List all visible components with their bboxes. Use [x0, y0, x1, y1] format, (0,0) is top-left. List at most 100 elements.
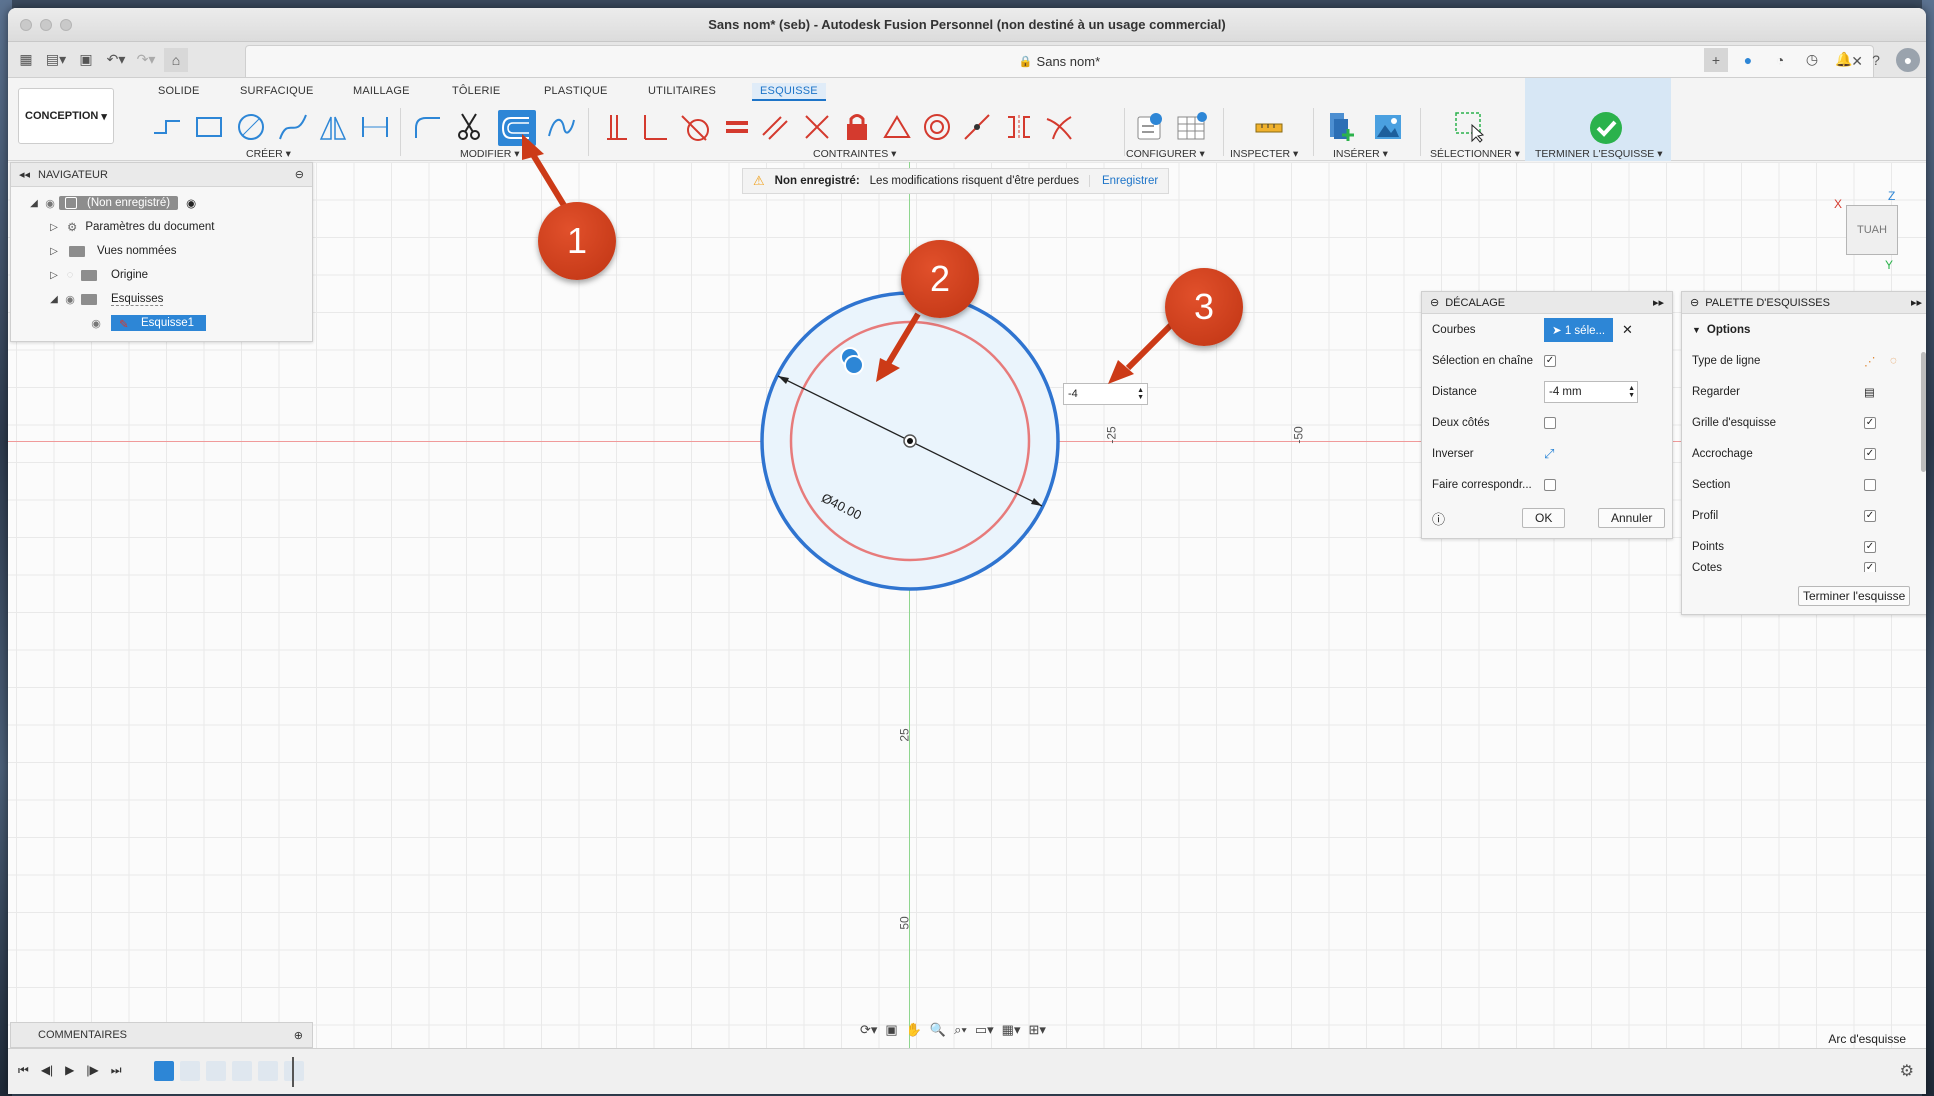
create-menu[interactable]: CRÉER ▾ — [246, 148, 291, 160]
visibility-icon[interactable]: ◉ — [87, 317, 105, 330]
go-to-start-icon[interactable]: ⏮ — [18, 1063, 29, 1078]
viewports-icon[interactable]: ⊞▾ — [1028, 1022, 1045, 1038]
visibility-icon[interactable]: ◉ — [61, 293, 79, 306]
root-component[interactable]: (Non enregistré) — [59, 196, 179, 210]
tab-maillage[interactable]: MAILLAGE — [353, 85, 410, 97]
extensions-icon[interactable]: ● — [1736, 48, 1760, 72]
inspect-menu[interactable]: INSPECTER ▾ — [1230, 148, 1298, 160]
workspace-switcher[interactable]: CONCEPTION ▾ — [18, 88, 114, 144]
snap-checkbox[interactable]: ✓ — [1864, 447, 1876, 460]
trim-tool-icon[interactable] — [452, 110, 486, 144]
finish-sketch-menu[interactable]: TERMINER L'ESQUISSE ▾ — [1535, 148, 1662, 160]
finish-sketch-button[interactable]: Terminer l'esquisse — [1798, 586, 1911, 606]
tab-utilitaires[interactable]: UTILITAIRES — [648, 85, 716, 97]
timeline-sketch-icon[interactable] — [154, 1061, 174, 1081]
fillet-tool-icon[interactable] — [410, 110, 444, 144]
tree-root[interactable]: ◢ ◉ (Non enregistré) ◉ — [11, 191, 312, 215]
perpendicular-constraint-icon[interactable] — [800, 110, 834, 144]
tree-item-sketch1[interactable]: ◉ ✎ Esquisse1 — [11, 311, 312, 335]
orbit-icon[interactable]: ⟳▾ — [860, 1022, 877, 1038]
apps-grid-icon[interactable]: ▦ — [14, 48, 38, 72]
constraints-menu[interactable]: CONTRAINTES ▾ — [813, 148, 896, 160]
expand-palette-icon[interactable]: ▸▸ — [1911, 296, 1922, 309]
minimize-icon[interactable]: ⊖ — [295, 168, 304, 181]
clear-selection-icon[interactable]: ✕ — [1622, 322, 1633, 338]
line-tool-icon[interactable] — [150, 110, 184, 144]
new-tab-icon[interactable]: + — [1704, 47, 1728, 72]
modify-menu[interactable]: MODIFIER ▾ — [460, 148, 520, 160]
collapse-panel-icon[interactable]: ◂◂ — [19, 168, 30, 181]
collinear-constraint-icon[interactable] — [960, 110, 994, 144]
notifications-icon[interactable]: 🔔 — [1832, 48, 1856, 72]
tree-item-sketches[interactable]: ◢ ◉ Esquisses — [11, 287, 312, 311]
midpoint-constraint-icon[interactable] — [880, 110, 914, 144]
configure-menu[interactable]: CONFIGURER ▾ — [1126, 148, 1205, 160]
spline-tool-icon[interactable] — [276, 110, 310, 144]
visibility-icon[interactable]: ◉ — [41, 197, 59, 210]
select-tool-icon[interactable] — [1452, 110, 1488, 144]
fix-constraint-icon[interactable] — [840, 110, 874, 144]
comments-panel[interactable]: COMMENTAIRES ⊕ — [10, 1022, 313, 1048]
palette-scrollbar[interactable] — [1921, 352, 1926, 472]
timeline-marker[interactable] — [292, 1057, 294, 1087]
view-cube[interactable]: HAUT — [1846, 205, 1898, 255]
fit-icon[interactable]: ⌕▾ — [954, 1022, 967, 1038]
tree-item-named-views[interactable]: ▷ Vues nommées — [11, 239, 312, 263]
activate-radio-icon[interactable]: ◉ — [186, 196, 196, 210]
go-to-end-icon[interactable]: ⏭ — [111, 1063, 122, 1078]
equal-constraint-icon[interactable] — [720, 110, 754, 144]
cancel-button[interactable]: Annuler — [1598, 508, 1666, 528]
points-checkbox[interactable]: ✓ — [1864, 540, 1876, 553]
help-icon[interactable]: ? — [1864, 48, 1888, 72]
tab-solide[interactable]: SOLIDE — [158, 85, 200, 97]
profile-checkbox[interactable]: ✓ — [1864, 509, 1876, 522]
section-toggle-icon[interactable]: ▼ — [1692, 325, 1701, 335]
options-section[interactable]: ▼ Options — [1682, 314, 1926, 345]
timeline-feature-icon[interactable] — [232, 1061, 252, 1081]
tab-surfacique[interactable]: SURFACIQUE — [240, 85, 314, 97]
save-icon[interactable]: ▣ — [74, 48, 98, 72]
distance-stepper[interactable]: ▲ ▼ — [1628, 385, 1637, 399]
offset-tool-icon[interactable] — [498, 110, 536, 146]
window-controls[interactable] — [20, 19, 72, 31]
both-sides-checkbox[interactable] — [1544, 416, 1556, 429]
collapse-icon[interactable]: ⊖ — [1430, 296, 1439, 309]
save-link[interactable]: Enregistrer — [1088, 175, 1158, 187]
expand-icon[interactable]: ▷ — [47, 222, 61, 233]
match-checkbox[interactable] — [1544, 478, 1556, 491]
hidden-visibility-icon[interactable]: ◌ — [61, 269, 79, 281]
document-tab[interactable]: 🔒 Sans nom* ✕ — [245, 45, 1874, 77]
expand-icon[interactable]: ◢ — [27, 198, 41, 209]
home-icon[interactable]: ⌂ — [164, 47, 188, 72]
flip-direction-icon[interactable]: ⤢ — [1544, 446, 1554, 462]
mirror-tool-icon[interactable] — [316, 110, 350, 144]
sketch1-selected[interactable]: ✎ Esquisse1 — [111, 315, 207, 331]
info-icon[interactable]: ⓘ — [1432, 509, 1445, 528]
sketch-grid-checkbox[interactable]: ✓ — [1864, 416, 1876, 429]
pan-icon[interactable]: ✋ — [906, 1022, 922, 1038]
zoom-window-button[interactable] — [60, 19, 72, 31]
insert-derive-icon[interactable] — [1324, 110, 1360, 144]
centerline-icon[interactable]: ◌ — [1890, 355, 1897, 367]
collapse-icon[interactable]: ⊖ — [1690, 296, 1699, 309]
timeline-feature-icon[interactable] — [206, 1061, 226, 1081]
curves-selection-button[interactable]: ➤ 1 séle... — [1544, 317, 1614, 342]
offset-distance-stepper[interactable]: ▲ ▼ — [1137, 387, 1147, 401]
step-back-icon[interactable]: ◀| — [41, 1063, 53, 1078]
curvature-constraint-icon[interactable] — [1042, 110, 1076, 144]
step-forward-icon[interactable]: |▶ — [86, 1063, 98, 1078]
tab-tolerie[interactable]: TÔLERIE — [452, 85, 500, 97]
ok-button[interactable]: OK — [1522, 508, 1566, 528]
rectangle-tool-icon[interactable] — [192, 110, 226, 144]
play-icon[interactable]: ▶ — [65, 1063, 74, 1078]
distance-input[interactable]: -4 mm ▲ ▼ — [1544, 380, 1638, 403]
display-settings-icon[interactable]: ▭▾ — [975, 1022, 994, 1038]
circle-tool-icon[interactable] — [234, 110, 268, 144]
look-at-icon[interactable]: ▣ — [885, 1022, 897, 1038]
expand-icon[interactable]: ▷ — [47, 246, 61, 257]
tree-item-origin[interactable]: ▷ ◌ Origine — [11, 263, 312, 287]
timeline-feature-icon[interactable] — [258, 1061, 278, 1081]
chain-selection-checkbox[interactable]: ✓ — [1544, 354, 1556, 367]
configure-table-icon[interactable] — [1174, 110, 1210, 144]
redo-icon[interactable]: ↷▾ — [134, 48, 158, 72]
